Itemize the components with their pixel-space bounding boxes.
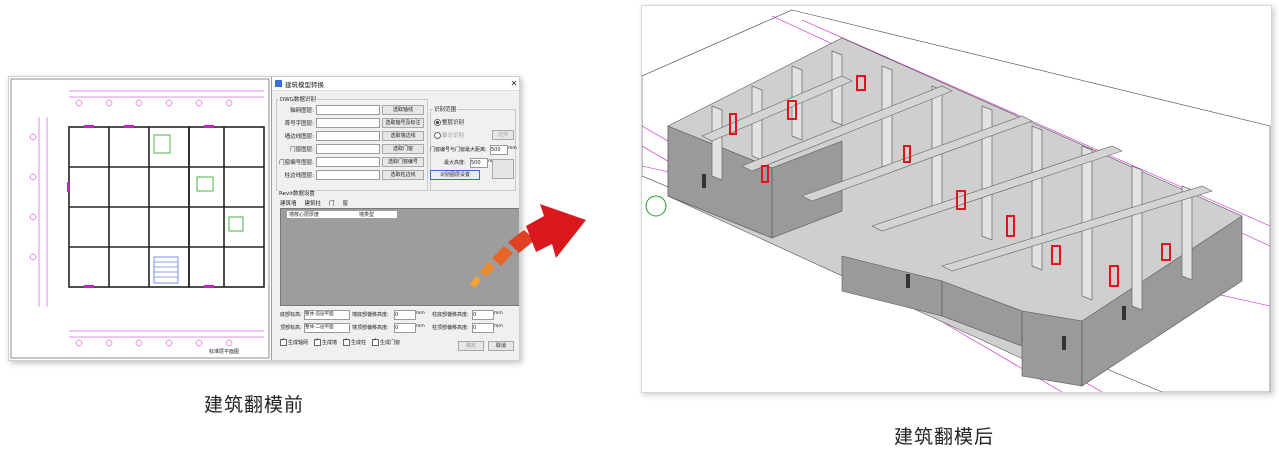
- wall-top-offset-label: 墙顶部偏移高度:: [352, 325, 389, 331]
- cad-floor-plan: 标准层平面图: [9, 77, 271, 360]
- base-level-select[interactable]: 整体-首层平面: [304, 310, 350, 320]
- column-top-offset-input[interactable]: 0: [472, 323, 494, 333]
- before-screenshot: 标准层平面图 建筑模型转换 ✕ DWG数据识别 轴网图层: 选取轴线 首号字图层…: [8, 76, 520, 361]
- wall-top-offset-input[interactable]: 0: [394, 323, 416, 333]
- column-layer-label: 柱边线图层:: [284, 173, 314, 179]
- wall-base-offset-label: 墙底部偏移高度:: [352, 312, 389, 318]
- tab-column[interactable]: 建筑柱: [305, 199, 322, 207]
- table-header: 墙核心层厚度 墙类型: [287, 211, 397, 218]
- top-level-select[interactable]: 整体-二层平面: [304, 323, 350, 333]
- wall-base-offset-unit: mm: [416, 311, 425, 316]
- scope-group-title: 识别范围: [433, 105, 458, 113]
- door-distance-unit: mm: [508, 146, 517, 151]
- max-height-input[interactable]: 500: [470, 158, 488, 168]
- base-level-label: 底部标高:: [280, 312, 302, 318]
- cad-title-block: 标准层平面图: [209, 348, 239, 355]
- pick-axis-text-button[interactable]: 选取轴号及标注: [382, 118, 424, 128]
- wall-layer-input[interactable]: [316, 131, 380, 141]
- scope-whole-radio[interactable]: 整层识别: [434, 118, 464, 126]
- door-distance-label: 门窗编号与门窗最大距离:: [430, 147, 487, 153]
- header-core-thickness: 墙核心层厚度: [289, 212, 320, 218]
- param-tabs: 建筑墙 建筑柱 门 窗: [280, 199, 348, 207]
- cad-drawing: 标准层平面图: [10, 78, 270, 359]
- tab-window[interactable]: 窗: [343, 199, 349, 207]
- pick-axis-button[interactable]: 选取轴线: [382, 105, 424, 115]
- column-top-offset-unit: mm: [494, 324, 503, 329]
- close-icon[interactable]: ✕: [508, 79, 519, 88]
- caption-before: 建筑翻模前: [204, 394, 305, 416]
- check-gen-column[interactable]: 生成柱: [343, 337, 366, 346]
- revit-group-title: Revit数据设置: [278, 189, 316, 197]
- ok-button[interactable]: 确定: [458, 341, 484, 351]
- tab-wall[interactable]: 建筑墙: [280, 199, 297, 207]
- pick-wall-button[interactable]: 选取墙边线: [382, 131, 424, 141]
- tab-door[interactable]: 门: [329, 199, 335, 207]
- after-screenshot: [641, 5, 1272, 393]
- wall-base-offset-input[interactable]: 0: [394, 310, 416, 320]
- axis-text-layer-label: 首号字图层:: [284, 121, 314, 127]
- app-icon: [275, 80, 282, 87]
- axis-layer-input[interactable]: [316, 105, 380, 115]
- dialog-titlebar: 建筑模型转换 ✕: [272, 77, 519, 91]
- axis-text-layer-input[interactable]: [316, 118, 380, 128]
- pick-door-button[interactable]: 选取门窗: [382, 144, 424, 154]
- dialog-title: 建筑模型转换: [285, 80, 324, 89]
- check-gen-wall[interactable]: 生成墙: [314, 337, 337, 346]
- column-base-offset-unit: mm: [494, 311, 503, 316]
- door-layer-input[interactable]: [316, 144, 380, 154]
- check-gen-door[interactable]: 生成门窗: [372, 337, 400, 346]
- column-layer-input[interactable]: [316, 170, 380, 180]
- generate-checks: 生成轴网 生成墙 生成柱 生成门窗: [280, 337, 400, 346]
- door-tag-layer-input[interactable]: [316, 157, 380, 167]
- side-button[interactable]: [492, 159, 514, 179]
- max-height-label: 最大高度:: [444, 160, 466, 166]
- axis-layer-label: 轴网图层:: [290, 108, 314, 114]
- column-top-offset-label: 柱顶部偏移高度:: [432, 325, 469, 331]
- wall-top-offset-unit: mm: [416, 324, 425, 329]
- column-base-offset-input[interactable]: 0: [472, 310, 494, 320]
- pick-door-tag-button[interactable]: 选取门窗编号: [382, 157, 424, 167]
- column-base-offset-label: 柱底部偏移高度:: [432, 312, 469, 318]
- layer-settings-button[interactable]: 识别图层设置: [430, 170, 480, 180]
- check-gen-grid[interactable]: 生成轴网: [280, 337, 308, 346]
- door-distance-input[interactable]: 500: [490, 145, 508, 155]
- arrow-icon: [470, 204, 586, 288]
- wall-layer-label: 墙边线图层:: [284, 134, 314, 140]
- pick-column-button[interactable]: 选取柱边线: [382, 170, 424, 180]
- cancel-button[interactable]: 取消: [488, 341, 514, 351]
- door-tag-layer-label: 门窗编号图层:: [279, 160, 314, 166]
- header-wall-type: 墙类型: [359, 212, 375, 218]
- scope-part-radio[interactable]: 部分识别: [434, 131, 464, 139]
- scope-select-button[interactable]: 选择: [492, 130, 514, 140]
- top-level-label: 顶部标高:: [280, 325, 302, 331]
- dwg-group-title: DWG数据识别: [279, 95, 317, 103]
- door-layer-label: 门窗图层:: [290, 147, 314, 153]
- revit-3d-model: [642, 6, 1271, 392]
- caption-after: 建筑翻模后: [894, 426, 995, 448]
